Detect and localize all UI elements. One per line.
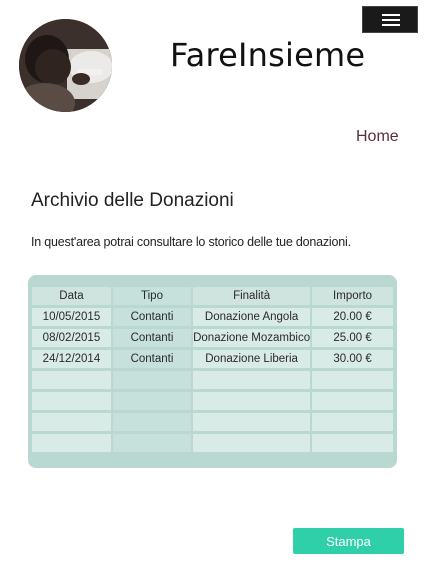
table-row-empty <box>32 371 393 389</box>
nav-link-home[interactable]: Home <box>356 128 399 146</box>
cell-data: 24/12/2014 <box>32 350 111 368</box>
table-row: 24/12/2014 Contanti Donazione Liberia 30… <box>32 350 393 368</box>
print-button[interactable]: Stampa <box>293 528 404 554</box>
cell-tipo: Contanti <box>110 350 192 368</box>
page-intro: In quest'area potrai consultare lo stori… <box>31 235 351 249</box>
cell-data: 08/02/2015 <box>32 329 111 347</box>
cell-data <box>32 434 111 452</box>
cell-tipo <box>110 413 192 431</box>
cell-tipo <box>110 392 192 410</box>
page-title: Archivio delle Donazioni <box>31 190 234 211</box>
column-header-tipo: Tipo <box>110 287 192 305</box>
cell-data: 10/05/2015 <box>32 308 111 326</box>
cell-importo: 25.00 € <box>310 329 393 347</box>
cell-importo <box>310 434 393 452</box>
cell-finalita <box>191 392 311 410</box>
cell-importo <box>310 413 393 431</box>
cell-importo: 20.00 € <box>310 308 393 326</box>
column-header-importo: Importo <box>310 287 393 305</box>
cell-finalita: Donazione Mozambico <box>191 329 311 347</box>
cell-importo <box>310 371 393 389</box>
table-row-empty <box>32 413 393 431</box>
cell-importo <box>310 392 393 410</box>
cell-importo: 30.00 € <box>310 350 393 368</box>
cell-tipo: Contanti <box>110 329 192 347</box>
cell-finalita: Donazione Liberia <box>191 350 311 368</box>
cell-finalita <box>191 413 311 431</box>
column-header-data: Data <box>32 287 111 305</box>
cell-tipo <box>110 434 192 452</box>
table-row: 08/02/2015 Contanti Donazione Mozambico … <box>32 329 393 347</box>
table-row-empty <box>32 434 393 452</box>
table-row-empty <box>32 392 393 410</box>
site-title: FareInsieme <box>170 36 366 74</box>
cell-tipo: Contanti <box>110 308 192 326</box>
avatar-photo <box>19 19 112 112</box>
donations-table-panel: Data Tipo Finalità Importo 10/05/2015 Co… <box>28 275 397 468</box>
cell-tipo <box>110 371 192 389</box>
cell-data <box>32 392 111 410</box>
cell-finalita <box>191 434 311 452</box>
cell-data <box>32 413 111 431</box>
table-header-row: Data Tipo Finalità Importo <box>32 287 393 305</box>
cell-finalita: Donazione Angola <box>191 308 311 326</box>
column-header-finalita: Finalità <box>191 287 311 305</box>
table-row: 10/05/2015 Contanti Donazione Angola 20.… <box>32 308 393 326</box>
cell-finalita <box>191 371 311 389</box>
cell-data <box>32 371 111 389</box>
menu-toggle-button[interactable] <box>362 6 418 33</box>
avatar <box>19 19 112 112</box>
donations-table: Data Tipo Finalità Importo 10/05/2015 Co… <box>32 284 393 455</box>
